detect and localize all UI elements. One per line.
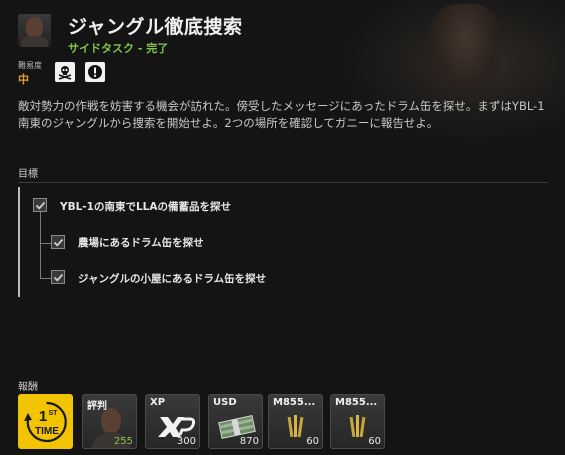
objectives-divider: [18, 182, 548, 183]
reputation-label: 評判: [87, 401, 107, 412]
reputation-reward-tile[interactable]: 評判 255: [82, 394, 137, 449]
usd-label: USD: [213, 397, 237, 408]
objective-checkbox: [51, 235, 65, 249]
ammo-value: 60: [306, 436, 319, 447]
ammo-value: 60: [368, 436, 381, 447]
first-time-reward-tile[interactable]: 1 ST TIME: [18, 394, 73, 449]
objective-checkbox: [33, 198, 47, 212]
objective-text: 農場にあるドラム缶を探せ: [78, 237, 204, 249]
reputation-value: 255: [113, 436, 133, 447]
difficulty-label: 難易度: [18, 61, 42, 70]
first-time-word: TIME: [35, 426, 59, 437]
xp-value: 300: [176, 436, 196, 447]
usd-reward-tile[interactable]: USD 870: [208, 394, 263, 449]
task-description: 敵対勢力の作戦を妨害する機会が訪れた。傍受したメッセージにあったドラム缶を探せ。…: [18, 99, 545, 130]
first-time-suffix: ST: [49, 410, 59, 417]
exclamation-icon: [85, 62, 105, 82]
giver-avatar: [18, 14, 51, 47]
objectives-label: 目標: [18, 169, 38, 180]
header: ジャングル徹底捜索 サイドタスク - 完了: [18, 14, 243, 56]
task-title: ジャングル徹底捜索: [68, 16, 243, 38]
objective-text: ジャングルの小屋にあるドラム缶を探せ: [78, 273, 267, 285]
ammo-label: M855...: [335, 397, 378, 408]
objective-text: YBL-1の南東でLLAの備蓄品を探せ: [60, 201, 231, 213]
ammo-reward-tile[interactable]: M855... 60: [268, 394, 323, 449]
xp-reward-tile[interactable]: XP 300: [145, 394, 200, 449]
usd-value: 870: [239, 436, 259, 447]
first-time-number: 1: [39, 408, 47, 425]
objective-checkbox: [51, 270, 65, 284]
task-status: サイドタスク - 完了: [68, 42, 169, 55]
rewards-label: 報酬: [18, 382, 38, 393]
tree-connector: [40, 211, 41, 279]
skull-crossbones-icon: [55, 62, 75, 82]
xp-label: XP: [150, 397, 166, 408]
difficulty-value: 中: [18, 73, 29, 86]
first-time-icon: 1 ST TIME: [24, 401, 67, 443]
background-face: [427, 4, 503, 100]
ammo-reward-tile[interactable]: M855... 60: [330, 394, 385, 449]
ammo-label: M855...: [273, 397, 316, 408]
